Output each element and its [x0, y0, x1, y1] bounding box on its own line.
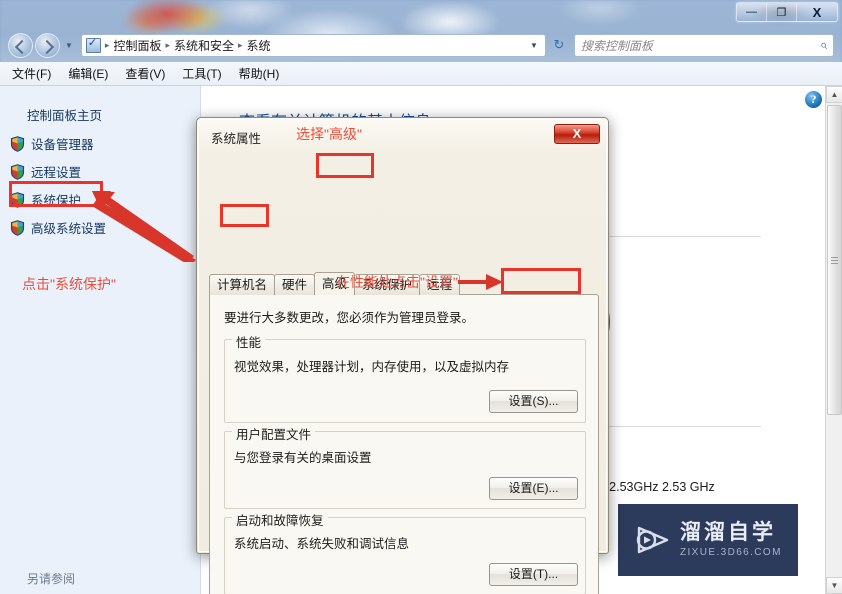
- sidebar-item-device-manager[interactable]: 设备管理器: [10, 134, 94, 153]
- scrollbar-thumb[interactable]: [827, 105, 842, 415]
- control-panel-icon: [85, 36, 101, 53]
- breadcrumb-item-0[interactable]: 控制面板: [110, 37, 164, 54]
- menu-bar: 文件(F) 编辑(E) 查看(V) 工具(T) 帮助(H): [0, 62, 842, 86]
- close-button[interactable]: X: [797, 3, 837, 21]
- menu-view[interactable]: 查看(V): [125, 65, 165, 82]
- annotation-click-system-protection: 点击"系统保护": [22, 276, 116, 292]
- annotation-select-advanced: 选择"高级": [296, 126, 362, 142]
- shield-icon: [10, 191, 25, 208]
- sidebar-item-label: 系统保护: [31, 194, 82, 208]
- scrollbar-grip-icon: [831, 256, 838, 264]
- annotation-arrow-to-system-protection: [92, 191, 196, 262]
- watermark-cn: 溜溜自学: [680, 520, 776, 544]
- performance-settings-button[interactable]: 设置(S)...: [489, 390, 578, 413]
- user-profiles-group-label: 用户配置文件: [232, 424, 316, 443]
- breadcrumb-item-2[interactable]: 系统: [244, 37, 274, 54]
- address-bar-row: ▼ ▸ 控制面板 ▸ 系统和安全 ▸ 系统 ▼ ↻ 搜索控制面板 ⌕: [0, 28, 842, 62]
- recent-pages-caret-icon[interactable]: ▼: [65, 41, 73, 50]
- sidebar-item-remote-settings[interactable]: 远程设置: [10, 162, 81, 181]
- breadcrumb-dropdown-icon[interactable]: ▼: [530, 41, 541, 50]
- cpu-info-text: @ 2.53GHz 2.53 GHz: [593, 480, 715, 494]
- forward-button[interactable]: [35, 32, 60, 58]
- performance-group-desc: 视觉效果，处理器计划，内存使用，以及虚拟内存: [234, 360, 510, 374]
- shield-icon: [10, 219, 25, 236]
- search-icon: ⌕: [819, 37, 827, 52]
- scroll-down-icon[interactable]: ▼: [826, 577, 842, 594]
- menu-file[interactable]: 文件(F): [12, 65, 51, 82]
- menu-help[interactable]: 帮助(H): [239, 65, 280, 82]
- back-button[interactable]: [8, 32, 33, 58]
- tab-hardware[interactable]: 硬件: [274, 274, 316, 295]
- annotation-click-settings: 在性能处点击"设置": [336, 274, 458, 290]
- scroll-up-icon[interactable]: ▲: [826, 86, 842, 103]
- performance-group-label: 性能: [232, 332, 266, 351]
- sidebar-item-control-panel-home[interactable]: 控制面板主页: [27, 105, 102, 124]
- tab-computer-name[interactable]: 计算机名: [209, 274, 276, 295]
- sidebar: 控制面板主页 设备管理器 远程设置 系统保护 高级系统设置 另请参阅: [0, 86, 201, 594]
- startup-recovery-group-desc: 系统启动、系统失败和调试信息: [234, 537, 410, 551]
- system-properties-dialog: 系统属性 X 计算机名 硬件 高级 系统保护 远程 要进行大多数更改，您必须作为…: [196, 117, 609, 594]
- sidebar-item-label: 设备管理器: [31, 138, 94, 152]
- maximize-button[interactable]: ❐: [767, 3, 797, 21]
- search-input[interactable]: 搜索控制面板 ⌕: [573, 33, 834, 57]
- window-controls: — ❐ X: [736, 2, 838, 22]
- search-placeholder: 搜索控制面板: [580, 38, 653, 53]
- watermark: 溜溜自学 ZIXUE.3D66.COM: [618, 504, 798, 576]
- menu-edit[interactable]: 编辑(E): [68, 65, 108, 82]
- sidebar-item-system-protection[interactable]: 系统保护: [10, 190, 81, 209]
- minimize-button[interactable]: —: [737, 3, 767, 21]
- dialog-inner: 系统属性 X 计算机名 硬件 高级 系统保护 远程 要进行大多数更改，您必须作为…: [198, 119, 607, 594]
- help-icon[interactable]: ?: [805, 91, 822, 108]
- menu-tools[interactable]: 工具(T): [182, 65, 221, 82]
- user-profiles-settings-button[interactable]: 设置(E)...: [489, 477, 578, 500]
- startup-recovery-settings-button[interactable]: 设置(T)...: [489, 563, 578, 586]
- dialog-close-button[interactable]: X: [554, 124, 600, 144]
- play-logo-icon: [633, 521, 671, 559]
- shield-icon: [10, 135, 25, 152]
- admin-notice-text: 要进行大多数更改，您必须作为管理员登录。: [224, 311, 475, 325]
- breadcrumb-item-1[interactable]: 系统和安全: [171, 37, 237, 54]
- watermark-text: 溜溜自学 ZIXUE.3D66.COM: [680, 520, 782, 559]
- user-profiles-group-desc: 与您登录有关的桌面设置: [234, 451, 372, 465]
- annotation-arrow-to-settings: [458, 274, 503, 290]
- startup-recovery-group-label: 启动和故障恢复: [232, 510, 328, 529]
- tab-panel-advanced: 要进行大多数更改，您必须作为管理员登录。 性能 视觉效果，处理器计划，内存使用，…: [209, 294, 599, 594]
- breadcrumb[interactable]: ▸ 控制面板 ▸ 系统和安全 ▸ 系统 ▼: [80, 33, 546, 57]
- refresh-icon[interactable]: ↻: [548, 34, 570, 56]
- vertical-scrollbar[interactable]: ▲ ▼: [825, 86, 842, 594]
- sidebar-item-label: 远程设置: [31, 166, 82, 180]
- see-also-heading: 另请参阅: [27, 572, 76, 586]
- shield-icon: [10, 163, 25, 180]
- watermark-en: ZIXUE.3D66.COM: [680, 547, 782, 559]
- dialog-title: 系统属性: [211, 132, 262, 146]
- window-titlebar: — ❐ X: [0, 0, 842, 28]
